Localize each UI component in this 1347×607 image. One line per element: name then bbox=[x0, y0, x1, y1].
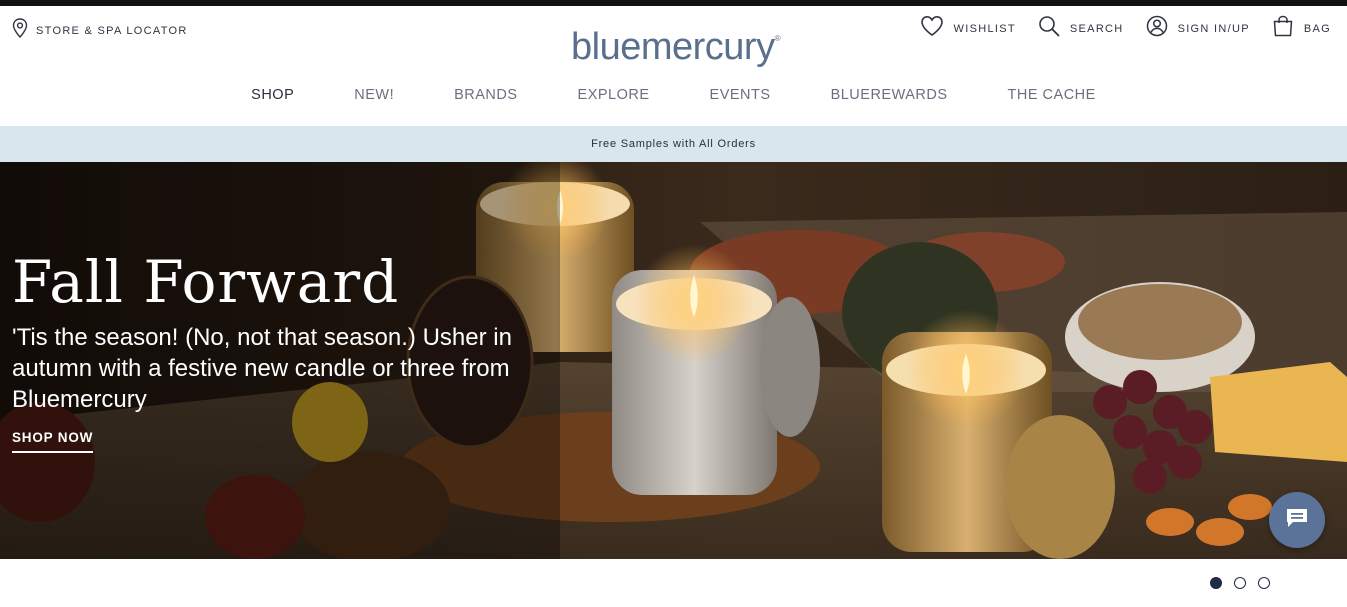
carousel-dots bbox=[1210, 577, 1270, 589]
heart-icon bbox=[920, 15, 944, 42]
sign-in-link[interactable]: SIGN IN/UP bbox=[1146, 15, 1250, 42]
logo-registered-mark: ® bbox=[774, 34, 781, 43]
wishlist-link[interactable]: WISHLIST bbox=[920, 15, 1016, 42]
search-link[interactable]: SEARCH bbox=[1038, 15, 1124, 42]
hero-title: Fall Forward bbox=[12, 248, 400, 316]
chat-button[interactable] bbox=[1269, 492, 1325, 548]
main-nav: SHOP NEW! BRANDS EXPLORE EVENTS BLUEREWA… bbox=[0, 87, 1347, 103]
carousel-dot-3[interactable] bbox=[1258, 577, 1270, 589]
bag-link[interactable]: BAG bbox=[1272, 15, 1331, 42]
nav-item-the-cache[interactable]: THE CACHE bbox=[978, 87, 1126, 103]
promo-text: Free Samples with All Orders bbox=[591, 138, 756, 150]
wishlist-label: WISHLIST bbox=[953, 22, 1016, 35]
store-locator-link[interactable]: STORE & SPA LOCATOR bbox=[12, 18, 188, 43]
search-icon bbox=[1038, 15, 1060, 42]
hero-subtitle: 'Tis the season! (No, not that season.) … bbox=[12, 324, 512, 413]
nav-item-events[interactable]: EVENTS bbox=[680, 87, 801, 103]
nav-item-new[interactable]: NEW! bbox=[324, 87, 424, 103]
carousel-dot-2[interactable] bbox=[1234, 577, 1246, 589]
shop-now-link[interactable]: SHOP NOW bbox=[12, 430, 94, 453]
chat-icon bbox=[1285, 507, 1309, 534]
search-label: SEARCH bbox=[1069, 22, 1124, 35]
hero-banner[interactable]: Fall Forward 'Tis the season! (No, not t… bbox=[0, 162, 1347, 559]
promo-banner[interactable]: Free Samples with All Orders bbox=[0, 126, 1347, 162]
nav-item-brands[interactable]: BRANDS bbox=[424, 87, 547, 103]
nav-item-shop[interactable]: SHOP bbox=[221, 87, 324, 103]
nav-item-explore[interactable]: EXPLORE bbox=[548, 87, 680, 103]
store-locator-label: STORE & SPA LOCATOR bbox=[36, 24, 188, 37]
sign-in-label: SIGN IN/UP bbox=[1177, 22, 1250, 35]
bag-label: BAG bbox=[1303, 22, 1331, 35]
map-pin-icon bbox=[12, 18, 28, 43]
shopping-bag-icon bbox=[1272, 15, 1294, 42]
bluemercury-logo[interactable]: bluemercury® bbox=[571, 26, 781, 69]
carousel-dot-1[interactable] bbox=[1210, 577, 1222, 589]
logo-text: bluemercury bbox=[571, 26, 775, 68]
user-icon bbox=[1146, 15, 1168, 42]
nav-item-bluerewards[interactable]: BLUEREWARDS bbox=[801, 87, 978, 103]
top-black-bar bbox=[0, 0, 1347, 6]
utility-nav: WISHLIST SEARCH SIGN IN/UP BAG bbox=[898, 15, 1331, 42]
